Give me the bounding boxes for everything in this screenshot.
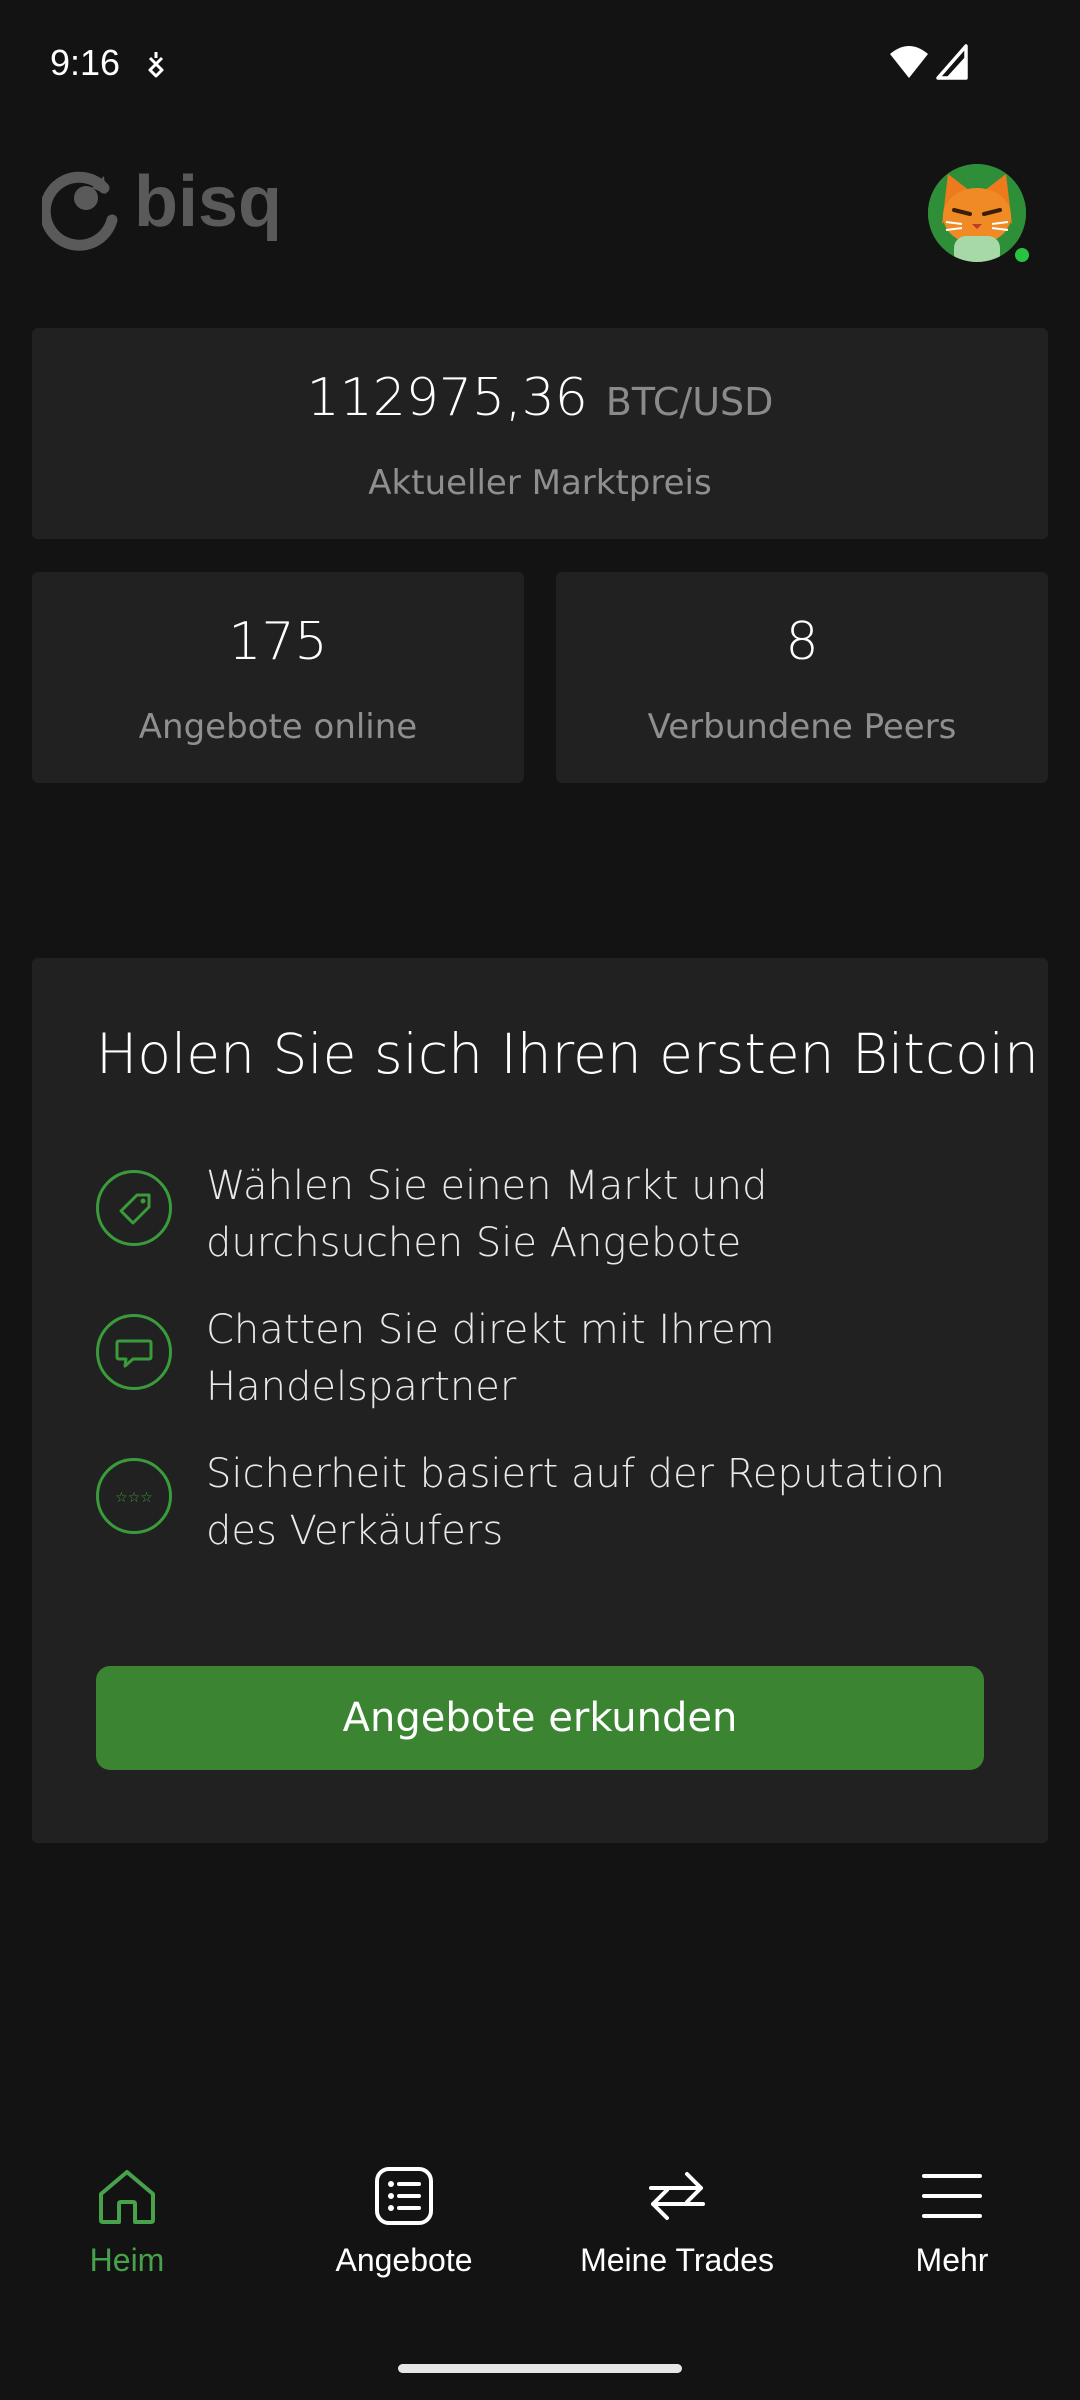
chat-icon [96, 1314, 172, 1390]
nav-label-more: Mehr [915, 2242, 989, 2278]
nav-label-my-trades: Meine Trades [580, 2242, 774, 2278]
tag-icon [96, 1170, 172, 1246]
logo-text: bisq [134, 166, 282, 242]
status-time: 9:16 [50, 42, 121, 83]
notification-icon [148, 52, 164, 78]
stars-icon: ☆☆☆ [96, 1458, 172, 1534]
feature-text: Sicherheit basiert auf der Reputation de… [206, 1451, 945, 1554]
signal-icon [936, 44, 968, 80]
feature-item: Wählen Sie einen Markt und durchsuchen S… [96, 1158, 996, 1278]
get-first-bitcoin-card: Holen Sie sich Ihren ersten Bitcoin Wähl… [32, 958, 1048, 1843]
intro-title: Holen Sie sich Ihren ersten Bitcoin [96, 1022, 1039, 1086]
explore-offers-button[interactable]: Angebote erkunden [96, 1666, 984, 1770]
avatar[interactable] [928, 164, 1026, 262]
bottom-nav: Heim Angebote Meine Trades Mehr [0, 2140, 1080, 2320]
online-status-dot [1013, 246, 1031, 264]
wifi-icon [890, 46, 928, 78]
connected-peers-card: 8 Verbundene Peers [556, 572, 1048, 783]
nav-item-my-trades[interactable]: Meine Trades [557, 2140, 797, 2290]
market-price-value: 112975,36 [306, 368, 588, 428]
home-indicator[interactable] [398, 2364, 682, 2373]
list-icon [375, 2167, 433, 2225]
market-pair: BTC/USD [605, 380, 774, 424]
peers-count: 8 [785, 612, 819, 672]
nav-item-home[interactable]: Heim [7, 2140, 247, 2290]
offers-online-card: 175 Angebote online [32, 572, 524, 783]
market-price-label: Aktueller Marktpreis [368, 463, 712, 503]
nav-label-offers: Angebote [335, 2242, 473, 2278]
peers-label: Verbundene Peers [647, 707, 957, 747]
feature-text: Chatten Sie direkt mit Ihrem Handelspart… [206, 1307, 775, 1410]
home-icon [99, 2170, 155, 2224]
feature-item: ☆☆☆ Sicherheit basiert auf der Reputatio… [96, 1446, 996, 1566]
bisq-logo: bisq [42, 166, 282, 251]
nav-label-home: Heim [89, 2242, 165, 2278]
offers-label: Angebote online [138, 707, 418, 747]
swap-icon [649, 2172, 705, 2220]
nav-item-more[interactable]: Mehr [832, 2140, 1072, 2290]
cat-avatar-icon [928, 164, 1026, 262]
offers-count: 175 [228, 612, 328, 672]
svg-text:☆☆☆: ☆☆☆ [115, 1490, 153, 1506]
status-bar: 9:16 [0, 0, 1080, 130]
feature-item: Chatten Sie direkt mit Ihrem Handelspart… [96, 1302, 996, 1422]
market-price-card: 112975,36 BTC/USD Aktueller Marktpreis [32, 328, 1048, 539]
feature-text: Wählen Sie einen Markt und durchsuchen S… [206, 1163, 768, 1266]
nav-item-offers[interactable]: Angebote [284, 2140, 524, 2290]
menu-icon [922, 2174, 982, 2218]
price-row: 112975,36 BTC/USD [32, 368, 1048, 428]
